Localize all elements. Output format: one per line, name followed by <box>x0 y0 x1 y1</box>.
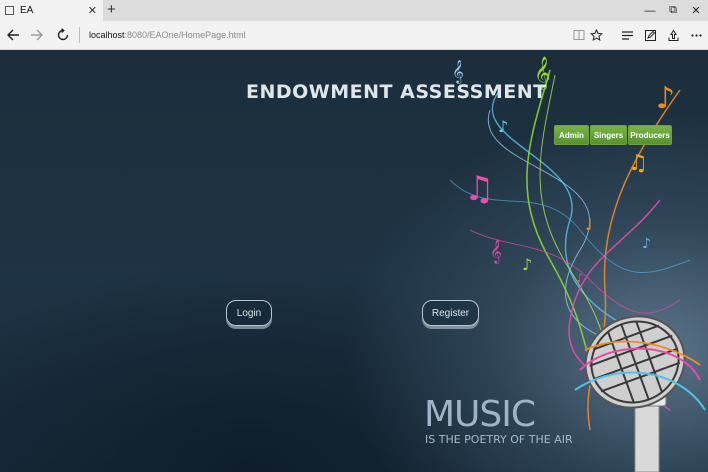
svg-text:♪: ♪ <box>522 255 532 274</box>
page-icon <box>5 6 14 15</box>
star-icon <box>589 28 603 41</box>
tab-bar: EA ✕ + — ⧉ ✕ <box>0 0 708 21</box>
singers-button[interactable]: Singers <box>590 125 627 145</box>
address-path: :8080/EAOne/HomePage.html <box>124 30 246 40</box>
svg-text:♪: ♪ <box>656 81 675 116</box>
forward-arrow-icon <box>31 29 43 41</box>
svg-text:♪: ♪ <box>576 271 584 285</box>
tab-title: EA <box>20 5 34 16</box>
hub-button[interactable] <box>616 21 638 49</box>
svg-text:𝄞: 𝄞 <box>490 239 502 264</box>
register-button[interactable]: Register <box>422 300 479 326</box>
admin-button[interactable]: Admin <box>554 125 589 145</box>
svg-text:♫: ♫ <box>464 169 494 209</box>
more-button[interactable] <box>685 21 707 49</box>
banner-word: MUSIC <box>424 394 536 435</box>
back-arrow-icon <box>7 29 19 41</box>
svg-text:♪: ♪ <box>642 236 651 252</box>
book-icon <box>573 30 585 40</box>
web-note-button[interactable] <box>639 21 661 49</box>
browser-tab[interactable]: EA ✕ <box>0 0 103 21</box>
svg-text:♩: ♩ <box>585 215 593 234</box>
share-button[interactable] <box>662 21 684 49</box>
svg-text:♪: ♪ <box>498 117 508 136</box>
address-host: localhost <box>89 30 125 40</box>
producers-button[interactable]: Producers <box>628 125 672 145</box>
close-tab-icon[interactable]: ✕ <box>88 4 97 17</box>
favorite-button[interactable] <box>585 21 607 49</box>
banner-tagline: IS THE POETRY OF THE AIR <box>425 433 573 446</box>
new-tab-button[interactable]: + <box>107 1 116 19</box>
forward-button[interactable] <box>24 21 50 49</box>
share-icon <box>668 29 678 41</box>
refresh-icon <box>57 28 69 41</box>
page-title: ENDOWMENT ASSESSMENT <box>246 81 547 103</box>
back-button[interactable] <box>0 21 26 49</box>
refresh-button[interactable] <box>50 21 76 49</box>
navigation-bar: localhost:8080/EAOne/HomePage.html <box>0 21 708 50</box>
svg-text:♫: ♫ <box>628 151 648 176</box>
hub-icon <box>621 30 633 40</box>
more-dots-icon <box>690 33 702 37</box>
page-content: 𝄞 𝄞 ♪ ♫ ♪ ♫ 𝄞 ♪ ♩ ♪ ♪ ENDOWMENT ASSESSME… <box>0 50 708 472</box>
divider <box>79 27 80 43</box>
close-window-icon[interactable]: ✕ <box>682 0 708 21</box>
pen-note-icon <box>644 29 656 41</box>
login-button[interactable]: Login <box>226 300 272 326</box>
address-bar[interactable]: localhost:8080/EAOne/HomePage.html <box>89 21 246 49</box>
